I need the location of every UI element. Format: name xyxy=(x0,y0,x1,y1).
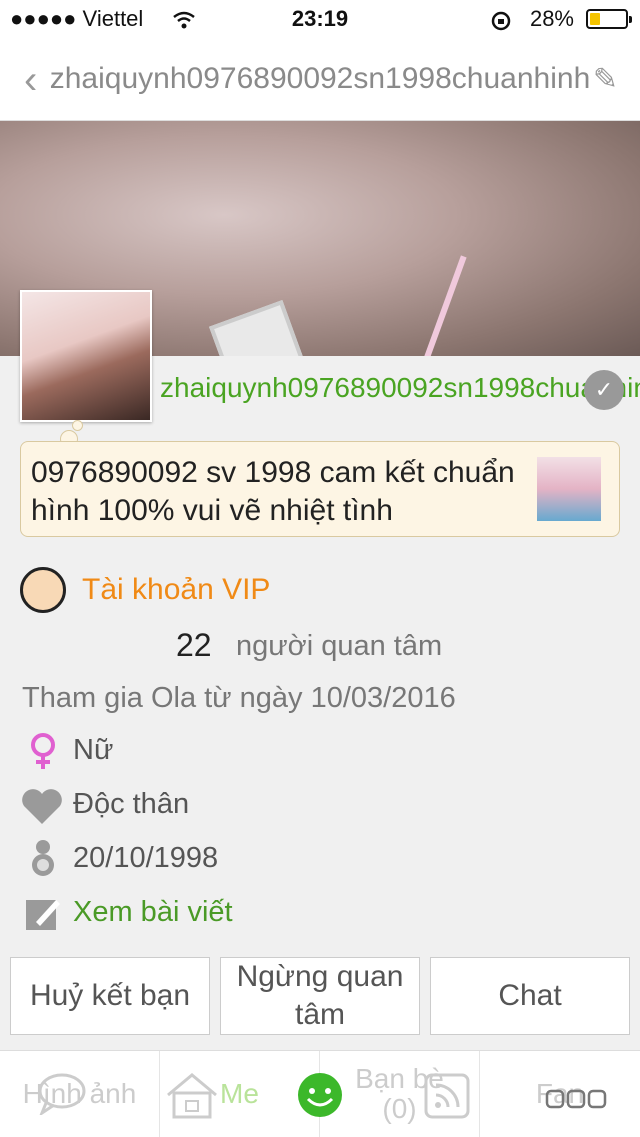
view-posts-link[interactable]: Xem bài viết xyxy=(73,896,233,929)
vip-avatar-icon xyxy=(20,567,66,613)
edit-note-icon xyxy=(26,900,60,930)
rotation-lock-icon xyxy=(491,11,511,31)
unfriend-button[interactable]: Huỷ kết bạn xyxy=(10,957,210,1035)
chat-button[interactable]: Chat xyxy=(430,957,630,1035)
navigation-bar: zhaiquynh0976890092sn1998chuanhinh ‹ ✎ xyxy=(0,40,640,121)
home-icon xyxy=(167,1073,217,1119)
page-title: zhaiquynh0976890092sn1998chuanhinh xyxy=(49,62,591,95)
username: zhaiquynh0976890092sn1998chuanhinh xyxy=(160,372,640,403)
status-message: 0976890092 sv 1998 cam kết chuẩn hình 10… xyxy=(31,456,515,527)
battery-level xyxy=(590,13,600,25)
rss-feed-icon xyxy=(424,1073,470,1119)
tab-me[interactable]: Me xyxy=(160,1051,342,1137)
chevron-down-icon: ✓ xyxy=(594,377,614,402)
heart-icon xyxy=(22,789,62,824)
status-message-bubble: 0976890092 sv 1998 cam kết chuẩn hình 10… xyxy=(20,441,620,537)
tab-photos-label: Hình ảnh xyxy=(22,1078,137,1109)
tab-bar: Hình ảnh Me Bạn bè (0) Fan xyxy=(0,1050,640,1137)
bubble-tail xyxy=(72,420,83,431)
edit-button[interactable]: ✎ xyxy=(593,62,618,97)
options-button[interactable]: ✓ xyxy=(584,370,624,410)
more-icon xyxy=(545,1089,607,1109)
join-date: Tham gia Ola từ ngày 10/03/2016 xyxy=(22,682,456,714)
birthday-value: 20/10/1998 xyxy=(73,842,219,874)
tab-fan[interactable]: Fan xyxy=(480,1051,640,1137)
vip-label: Tài khoản VIP xyxy=(82,573,271,606)
status-thumbnail[interactable] xyxy=(537,457,601,521)
followers-count: 22 xyxy=(176,627,212,663)
tab-friends[interactable]: Bạn bè (0) xyxy=(320,1051,480,1137)
battery-icon xyxy=(586,9,632,29)
unfollow-button[interactable]: Ngừng quan tâm xyxy=(220,957,420,1035)
avatar[interactable] xyxy=(20,290,152,422)
tab-photos[interactable]: Hình ảnh xyxy=(0,1051,160,1137)
back-button[interactable]: ‹ xyxy=(24,58,37,103)
battery-percent: 28% xyxy=(529,6,574,31)
tab-me-label: Me xyxy=(220,1078,259,1109)
relationship-value: Độc thân xyxy=(73,788,190,820)
female-icon xyxy=(31,733,55,769)
chevron-left-icon: ‹ xyxy=(24,58,38,102)
pencil-icon: ✎ xyxy=(592,63,618,96)
status-bar: ●●●●● Viettel 23:19 28% xyxy=(0,0,640,40)
gender-value: Nữ xyxy=(73,734,114,766)
baby-icon xyxy=(32,840,54,876)
followers-label: người quan tâm xyxy=(236,630,443,662)
